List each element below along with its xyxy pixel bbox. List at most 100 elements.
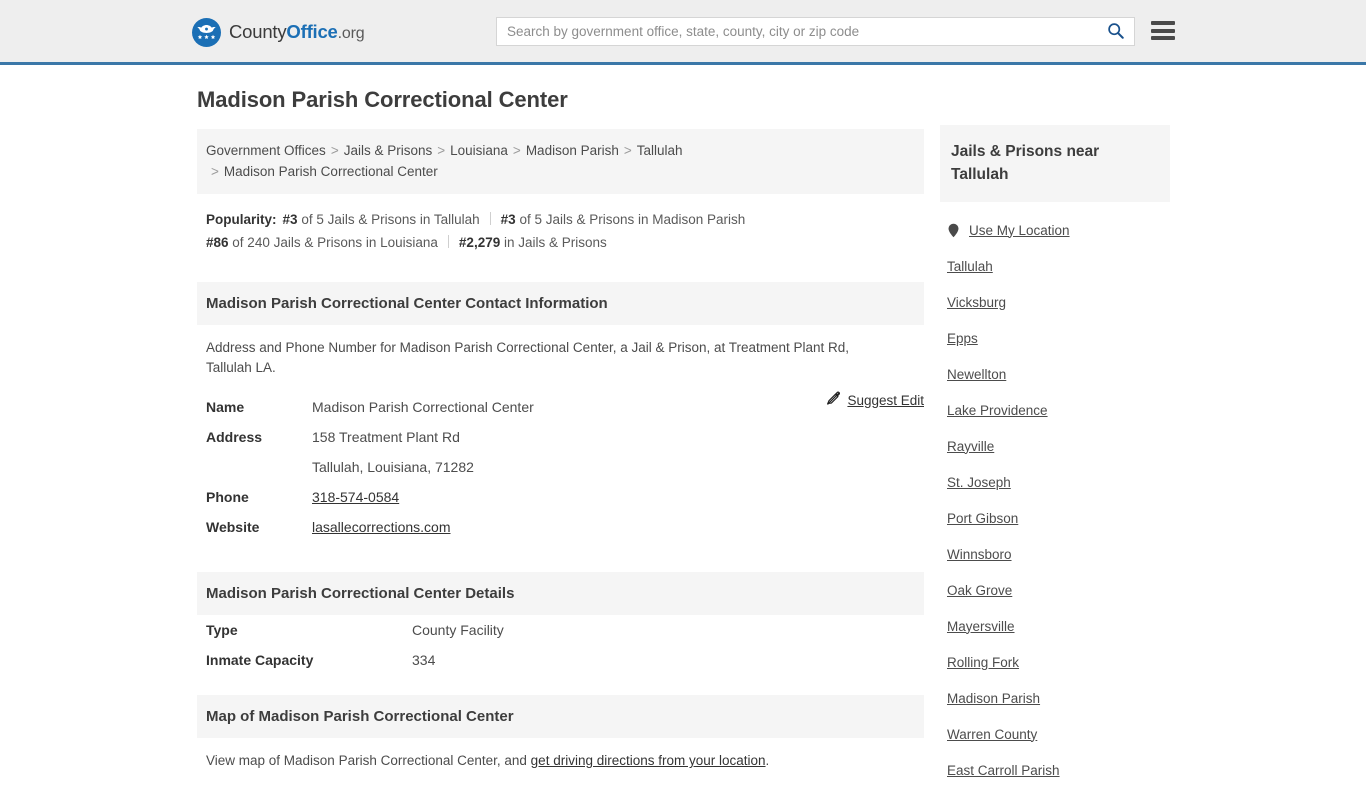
contact-row-phone: Phone 318-574-0584 xyxy=(206,482,915,512)
details-section-header: Madison Parish Correctional Center Detai… xyxy=(197,572,924,615)
sidebar-item-madison-parish[interactable]: Madison Parish xyxy=(940,680,1170,716)
popularity-rank: #3 xyxy=(500,212,516,227)
popularity-rank: #86 xyxy=(206,235,229,250)
popularity-text: of 240 Jails & Prisons in Louisiana xyxy=(232,235,438,250)
popularity-rank: #2,279 xyxy=(458,235,501,250)
contact-row-website: Website lasallecorrections.com xyxy=(206,512,915,542)
sidebar-item-east-carroll-parish[interactable]: East Carroll Parish xyxy=(940,752,1170,788)
phone-link[interactable]: 318-574-0584 xyxy=(312,489,399,505)
contact-key: Website xyxy=(206,519,260,535)
breadcrumb-item-current[interactable]: Madison Parish Correctional Center xyxy=(224,164,438,179)
popularity-text: of 5 Jails & Prisons in Madison Parish xyxy=(519,212,746,227)
sidebar-link[interactable]: Port Gibson xyxy=(947,511,1018,526)
breadcrumb-item-jails-prisons[interactable]: Jails & Prisons xyxy=(344,143,433,158)
hamburger-menu-icon[interactable] xyxy=(1151,21,1175,40)
sidebar-item-winnsboro[interactable]: Winnsboro xyxy=(940,536,1170,572)
sidebar-item-use-my-location[interactable]: Use My Location xyxy=(940,212,1170,248)
sidebar-link[interactable]: Lake Providence xyxy=(947,403,1048,418)
sidebar-link[interactable]: Newellton xyxy=(947,367,1006,382)
popularity-divider xyxy=(489,212,491,225)
edit-pencil-icon xyxy=(826,391,841,409)
breadcrumb-separator: > xyxy=(623,143,632,158)
sidebar-item-rolling-fork[interactable]: Rolling Fork xyxy=(940,644,1170,680)
details-key: Type xyxy=(206,622,238,638)
sidebar-item-epps[interactable]: Epps xyxy=(940,320,1170,356)
map-pin-icon xyxy=(947,223,960,238)
breadcrumb-item-tallulah[interactable]: Tallulah xyxy=(637,143,683,158)
sidebar-heading: Jails & Prisons near Tallulah xyxy=(940,125,1170,202)
popularity-item: #3 of 5 Jails & Prisons in Tallulah xyxy=(283,212,480,227)
sidebar-item-port-gibson[interactable]: Port Gibson xyxy=(940,500,1170,536)
contact-row-address-line2: Tallulah, Louisiana, 71282 xyxy=(206,452,915,482)
sidebar-item-lake-providence[interactable]: Lake Providence xyxy=(940,392,1170,428)
site-logo[interactable]: CountyOffice.org xyxy=(192,17,365,47)
popularity-section: Popularity: #3 of 5 Jails & Prisons in Ta… xyxy=(197,194,924,260)
sidebar-link[interactable]: Tallulah xyxy=(947,259,993,274)
contact-value-wrap: 318-574-0584 xyxy=(312,482,399,512)
breadcrumb-separator: > xyxy=(211,164,219,179)
map-section-description: View map of Madison Parish Correctional … xyxy=(197,738,924,771)
contact-info-table: Suggest Edit Name Madison Parish Correct… xyxy=(197,382,924,542)
suggest-edit-label: Suggest Edit xyxy=(847,392,924,408)
popularity-text: of 5 Jails & Prisons in Tallulah xyxy=(301,212,480,227)
site-logo-text: CountyOffice.org xyxy=(229,21,365,43)
popularity-item: #2,279 in Jails & Prisons xyxy=(459,235,607,250)
sidebar-link[interactable]: St. Joseph xyxy=(947,475,1011,490)
sidebar-list: Use My Location Tallulah Vicksburg Epps … xyxy=(940,202,1170,788)
sidebar-link[interactable]: Rayville xyxy=(947,439,994,454)
sidebar-item-st-joseph[interactable]: St. Joseph xyxy=(940,464,1170,500)
sidebar-link[interactable]: Vicksburg xyxy=(947,295,1006,310)
contact-key: Phone xyxy=(206,489,249,505)
county-office-logo-icon xyxy=(192,17,221,47)
search-button[interactable] xyxy=(1096,18,1134,45)
sidebar-item-mayersville[interactable]: Mayersville xyxy=(940,608,1170,644)
map-desc-prefix: View map of Madison Parish Correctional … xyxy=(206,753,531,768)
map-desc-suffix: . xyxy=(765,753,770,768)
popularity-text: in Jails & Prisons xyxy=(503,235,607,250)
website-link[interactable]: lasallecorrections.com xyxy=(312,519,451,535)
sidebar-item-tallulah[interactable]: Tallulah xyxy=(940,248,1170,284)
sidebar-item-vicksburg[interactable]: Vicksburg xyxy=(940,284,1170,320)
breadcrumb-separator: > xyxy=(512,143,521,158)
contact-value: 158 Treatment Plant Rd xyxy=(312,429,460,445)
breadcrumb-item-madison-parish[interactable]: Madison Parish xyxy=(526,143,619,158)
sidebar-link[interactable]: Mayersville xyxy=(947,619,1015,634)
breadcrumb-item-government-offices[interactable]: Government Offices xyxy=(206,143,326,158)
hamburger-bar-2 xyxy=(1151,28,1175,33)
map-section-header: Map of Madison Parish Correctional Cente… xyxy=(197,695,924,738)
popularity-divider xyxy=(447,235,449,248)
contact-value: Madison Parish Correctional Center xyxy=(312,399,534,415)
popularity-label: Popularity: xyxy=(206,212,277,227)
sidebar-link[interactable]: Epps xyxy=(947,331,978,346)
sidebar-link[interactable]: Oak Grove xyxy=(947,583,1012,598)
details-value: County Facility xyxy=(412,622,504,638)
logo-word-org: .org xyxy=(337,25,365,42)
sidebar-item-warren-county[interactable]: Warren County xyxy=(940,716,1170,752)
use-my-location-link[interactable]: Use My Location xyxy=(969,223,1070,238)
contact-section-header: Madison Parish Correctional Center Conta… xyxy=(197,282,924,325)
suggest-edit-button[interactable]: Suggest Edit xyxy=(826,391,924,409)
contact-row-name: Name Madison Parish Correctional Center xyxy=(206,392,915,422)
search-input[interactable] xyxy=(497,18,1096,45)
sidebar-link[interactable]: Warren County xyxy=(947,727,1037,742)
search-box[interactable] xyxy=(496,17,1135,46)
sidebar-item-oak-grove[interactable]: Oak Grove xyxy=(940,572,1170,608)
popularity-item: #3 of 5 Jails & Prisons in Madison Paris… xyxy=(501,212,746,227)
page-title: Madison Parish Correctional Center xyxy=(197,87,568,112)
hamburger-bar-1 xyxy=(1151,21,1175,25)
popularity-item: #86 of 240 Jails & Prisons in Louisiana xyxy=(206,235,438,250)
logo-word-office: Office xyxy=(286,21,338,42)
sidebar-link[interactable]: East Carroll Parish xyxy=(947,763,1060,778)
popularity-rank: #3 xyxy=(282,212,298,227)
breadcrumb-separator: > xyxy=(437,143,446,158)
sidebar-link[interactable]: Rolling Fork xyxy=(947,655,1019,670)
contact-row-address: Address 158 Treatment Plant Rd xyxy=(206,422,915,452)
breadcrumb-separator: > xyxy=(330,143,339,158)
sidebar-item-rayville[interactable]: Rayville xyxy=(940,428,1170,464)
sidebar-link[interactable]: Winnsboro xyxy=(947,547,1012,562)
sidebar-link[interactable]: Madison Parish xyxy=(947,691,1040,706)
driving-directions-link[interactable]: get driving directions from your locatio… xyxy=(531,753,766,768)
logo-word-county: County xyxy=(229,21,287,42)
breadcrumb-item-louisiana[interactable]: Louisiana xyxy=(450,143,508,158)
sidebar-item-newellton[interactable]: Newellton xyxy=(940,356,1170,392)
